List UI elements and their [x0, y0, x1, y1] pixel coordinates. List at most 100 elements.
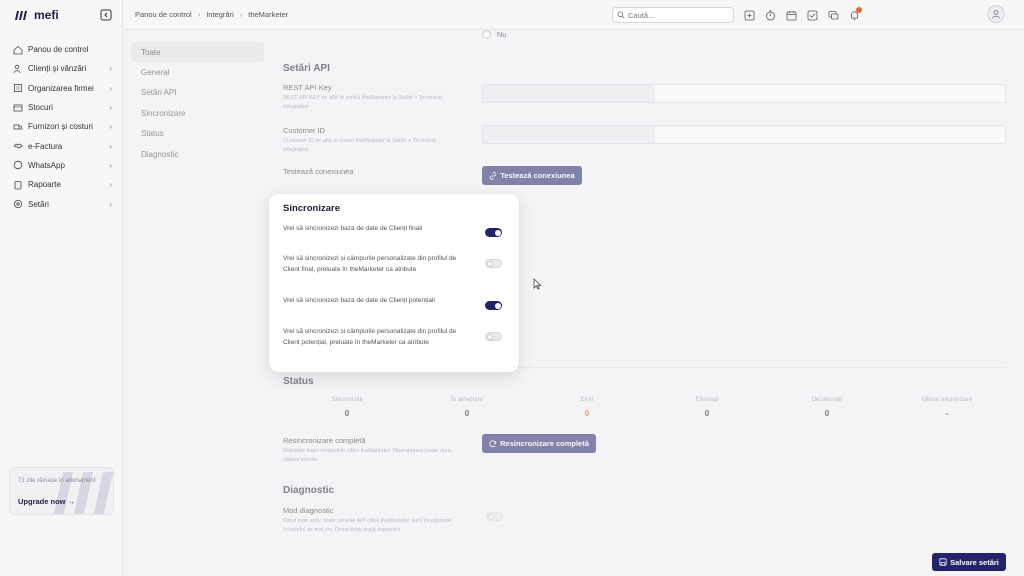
search-icon: [617, 11, 625, 19]
search-box[interactable]: [612, 7, 734, 23]
toggle-knob: [494, 302, 501, 309]
sidebar-item-rapoarte[interactable]: Rapoarte ›: [0, 175, 122, 194]
handshake-icon: [13, 141, 23, 151]
radio-button[interactable]: [482, 30, 491, 39]
sidebar-item-label: WhatsApp: [28, 160, 65, 170]
gear-icon: [13, 199, 23, 209]
chevron-right-icon: ›: [109, 103, 112, 113]
sidebar-item-label: Panou de control: [28, 45, 89, 55]
sync-potential-clients-toggle[interactable]: [485, 301, 502, 310]
breadcrumb-separator: ›: [197, 10, 201, 19]
toggle-knob: [487, 333, 493, 340]
subnav-item-general[interactable]: General: [131, 62, 264, 82]
chevron-right-icon: ›: [109, 180, 112, 190]
toggle-knob: [488, 513, 494, 520]
subnav-item-toate[interactable]: Toate: [131, 42, 264, 63]
stat-sincronizati: Sincronizați 0: [287, 397, 407, 418]
sidebar-item-whatsapp[interactable]: WhatsApp ›: [0, 156, 122, 175]
breadcrumb-item[interactable]: Panou de control: [135, 10, 192, 19]
sidebar-item-stocuri[interactable]: Stocuri ›: [0, 98, 122, 117]
customer-id-input[interactable]: [482, 125, 1006, 144]
logo-row: mefi: [0, 0, 122, 30]
sidebar: mefi Panou de control Clienți și vânzări…: [0, 0, 123, 576]
stat-label: În așteptare: [451, 397, 483, 403]
sync-settings-modal: Sincronizare Vrei să sincronizezi baza d…: [269, 194, 519, 372]
refresh-icon: [489, 439, 497, 447]
sidebar-item-furnizori[interactable]: Furnizori și costuri ›: [0, 117, 122, 136]
radio-label: Nu: [497, 30, 507, 39]
rest-api-key-input[interactable]: [482, 84, 1006, 103]
collapse-sidebar-icon[interactable]: [100, 9, 112, 21]
sidebar-item-label: Stocuri: [28, 103, 53, 113]
sidebar-item-e-factura[interactable]: e-Factura ›: [0, 136, 122, 155]
customer-id-help: Customer ID se află în contul theMarkete…: [283, 138, 436, 153]
stat-ultima-sincronizare: Ultima sincronizare -: [887, 397, 1007, 418]
subnav-item-setari-api[interactable]: Setări API: [131, 83, 264, 103]
add-icon[interactable]: [742, 8, 756, 22]
stat-eliminati: Eliminați 0: [647, 397, 767, 418]
sidebar-item-clienti[interactable]: Clienți și vânzări ›: [0, 59, 122, 78]
stat-in-asteptare: În așteptare 0: [407, 397, 527, 418]
subscription-days-text: 71 zile rămase în abonament: [18, 478, 96, 484]
breadcrumb: Panou de control › Integrări › theMarket…: [135, 10, 288, 19]
logo[interactable]: mefi: [14, 8, 59, 22]
stat-erori: Erori 0: [527, 397, 647, 418]
sidebar-item-setari[interactable]: Setări ›: [0, 194, 122, 213]
stat-label: Dezabonați: [811, 397, 843, 403]
chat-icon[interactable]: [826, 8, 840, 22]
section-title-diagnostic: Diagnostic: [283, 485, 335, 496]
upgrade-card: 71 zile rămase în abonament Upgrade now …: [9, 467, 114, 515]
topbar-icons: [742, 7, 862, 22]
masked-value: [483, 126, 655, 143]
upgrade-now-link[interactable]: Upgrade now →: [18, 497, 75, 506]
sync-option-text: Vrei să sincronizezi și câmpurile person…: [283, 255, 457, 273]
subnav-item-sincronizare[interactable]: Sincronizare: [131, 103, 264, 123]
stat-label: Ultima sincronizare: [921, 397, 973, 403]
logo-text: mefi: [34, 8, 59, 22]
sync-final-client-fields-toggle[interactable]: [485, 259, 502, 268]
sidebar-item-organizarea-firmei[interactable]: Organizarea firmei ›: [0, 79, 122, 98]
full-resync-button[interactable]: Resincronizare completă: [482, 434, 596, 453]
rest-api-key-help: REST API KEY se află în contul theMarket…: [283, 95, 442, 110]
stat-value: 0: [824, 408, 830, 418]
toggle-knob: [494, 229, 501, 236]
diagnostic-mode-toggle[interactable]: [486, 512, 503, 521]
chevron-right-icon: ›: [109, 64, 112, 74]
test-connection-label: Testează conexiunea: [283, 167, 354, 176]
chevron-right-icon: ›: [109, 141, 112, 151]
sync-potential-client-fields-toggle[interactable]: [485, 332, 502, 341]
mefi-logo-icon: [15, 11, 27, 20]
calendar-icon[interactable]: [784, 8, 798, 22]
diagnostic-mode-label: Mod diagnostic: [283, 506, 334, 515]
chevron-right-icon: ›: [109, 122, 112, 132]
sync-final-clients-toggle[interactable]: [485, 228, 502, 237]
resync-label: Resincronizare completă: [283, 436, 366, 445]
stat-value: 0: [584, 408, 590, 418]
bell-icon[interactable]: [847, 7, 862, 22]
subnav-item-status[interactable]: Status: [131, 124, 264, 144]
full-resync-button-label: Resincronizare completă: [500, 439, 589, 448]
sync-option-text: Vrei să sincronizezi și câmpurile person…: [283, 328, 457, 346]
test-connection-button-label: Testează conexiunea: [500, 171, 575, 180]
section-title-status: Status: [283, 376, 314, 387]
task-check-icon[interactable]: [805, 8, 819, 22]
mefi-watermark-icon: [53, 472, 113, 514]
resync-help: Retrimite toate contactele către theMark…: [283, 448, 451, 463]
search-input[interactable]: [628, 10, 728, 20]
test-connection-button[interactable]: Testează conexiunea: [482, 166, 582, 185]
subnav-item-diagnostic[interactable]: Diagnostic: [131, 144, 264, 164]
radio-option-nu[interactable]: Nu: [482, 30, 507, 39]
sidebar-item-label: Organizarea firmei: [28, 83, 94, 93]
avatar[interactable]: [987, 5, 1005, 23]
stat-label: Erori: [580, 397, 594, 403]
masked-value: [483, 85, 655, 102]
mouse-pointer-icon: [533, 278, 542, 290]
user-icon: [992, 10, 1000, 19]
timer-icon[interactable]: [763, 8, 777, 22]
breadcrumb-item[interactable]: Integrări: [206, 10, 234, 19]
breadcrumb-separator: ›: [239, 10, 243, 19]
sidebar-item-panou-de-control[interactable]: Panou de control: [0, 40, 122, 59]
customer-id-label: Customer ID: [283, 126, 326, 135]
save-settings-button[interactable]: Salvare setări: [932, 553, 1006, 571]
stat-label: Eliminați: [695, 397, 719, 403]
